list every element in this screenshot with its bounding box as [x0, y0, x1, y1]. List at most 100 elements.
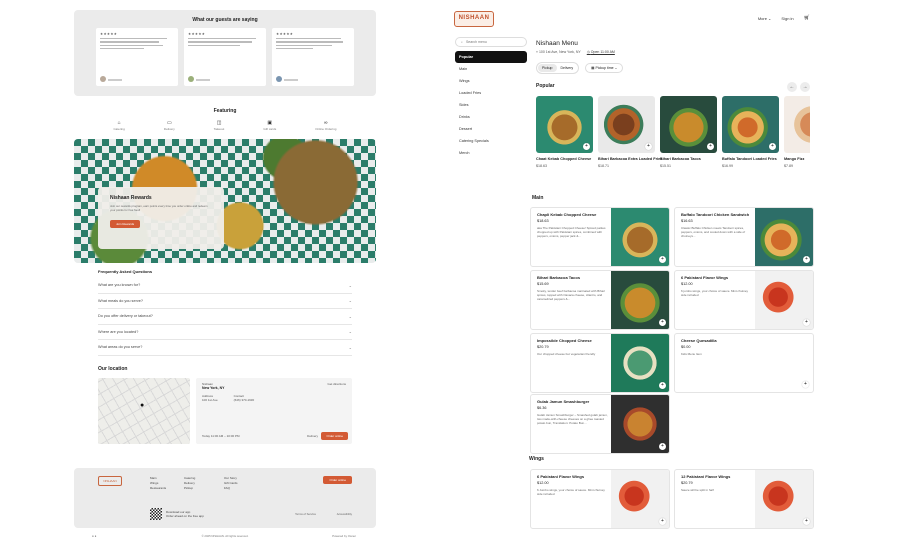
social-icons[interactable]: ● ●: [92, 534, 96, 538]
menu-item-card[interactable]: Chapli Kebab Chopped Cheese $18.63 aka The…: [530, 207, 670, 267]
popular-title: Popular: [536, 83, 555, 89]
cloche-icon: ⌂: [117, 120, 121, 126]
faq-item[interactable]: What areas do you serve? ⌄: [98, 340, 352, 356]
cart-icon[interactable]: 🛒︎: [804, 15, 810, 21]
footer-col: Our Story Gift Cards FAQ: [224, 475, 238, 490]
menu-item-card[interactable]: 12 Pakistani Flavor Wings $20.79 Sauce wil…: [674, 469, 814, 529]
store-address[interactable]: 100 1st Ave, New York, NY: [539, 50, 581, 54]
feature-delivery[interactable]: ▭ Delivery: [164, 120, 175, 131]
powered-by[interactable]: Powered by Owner: [332, 534, 356, 538]
add-icon[interactable]: +: [659, 382, 666, 389]
join-rewards-button[interactable]: Join Rewards: [110, 220, 141, 229]
menu-item-card[interactable]: Gulab Jamun Smashburger $6.36 Gulab Jamun …: [530, 394, 670, 454]
map[interactable]: ●: [98, 377, 190, 444]
location-section: Our location ● Nishaan New York, NY Addr…: [74, 366, 376, 444]
feature-online-ordering[interactable]: ∞ Online Ordering: [315, 120, 336, 131]
chevron-down-icon: ⌄: [348, 329, 352, 335]
testimonial-card: ★★★★★: [272, 28, 354, 86]
rating-stars: ★★★★★: [100, 32, 118, 36]
avatar: [188, 76, 194, 82]
popular-item[interactable]: Mango Fizz $7.89: [784, 96, 810, 168]
chevron-down-icon: ⌄: [348, 344, 352, 350]
more-menu[interactable]: More ⌄: [758, 16, 772, 21]
faq-item[interactable]: What meals do you serve? ⌄: [98, 294, 352, 309]
arrow-right-icon[interactable]: →: [800, 82, 810, 92]
sidebar-item-wings[interactable]: Wings: [455, 75, 527, 87]
add-icon[interactable]: +: [803, 256, 810, 263]
rating-stars: ★★★★★: [276, 32, 294, 36]
testimonials-title: What our guests are saying: [192, 17, 258, 23]
search-input[interactable]: ⌕ Search menu: [455, 37, 527, 47]
footer-order-button[interactable]: Order online: [323, 475, 352, 484]
add-icon[interactable]: +: [769, 143, 776, 150]
menu-item-card[interactable]: Impossible Chopped Cheese $20.79 Our chopp…: [530, 333, 670, 393]
delivery-option[interactable]: Delivery: [557, 64, 578, 72]
faq-item[interactable]: What are you known for? ⌄: [98, 278, 352, 294]
hours: Today 11:00 AM – 10:00 PM: [202, 433, 240, 438]
add-icon[interactable]: +: [583, 143, 590, 150]
sidebar-item-sides[interactable]: Sides: [455, 99, 527, 111]
item-image: [784, 96, 810, 153]
faq-item[interactable]: Where are you located? ⌄: [98, 325, 352, 340]
menu-item-card[interactable]: 6 Pakistani Flavor Wings $12.00 6 jumbo wi…: [674, 270, 814, 330]
faq-item[interactable]: Do you offer delivery or takeout? ⌄: [98, 309, 352, 325]
add-icon[interactable]: +: [803, 518, 810, 525]
feature-gift-cards[interactable]: ▣ Gift cards: [263, 120, 276, 131]
add-icon[interactable]: +: [707, 143, 714, 150]
location-pin-icon: ⌖: [536, 50, 538, 54]
add-icon[interactable]: +: [802, 381, 809, 388]
terms-link[interactable]: Terms of Service: [295, 512, 316, 516]
featuring-row: ⌂ Catering ▭ Delivery ◫ Takeout ▣ Gift cards…: [74, 120, 376, 131]
calendar-icon: ▦: [591, 66, 595, 70]
page: What our guests are saying ★★★★★ ★★★★★ ★…: [0, 0, 900, 540]
order-online-button[interactable]: Order online: [321, 431, 348, 440]
popular-item[interactable]: + Chaat Kebab Chopped Cheese $18.63: [536, 96, 593, 168]
brand-logo[interactable]: NISHAAN: [454, 11, 494, 27]
avatar: [100, 76, 106, 82]
popular-item[interactable]: + Buffalo Tandoori Loaded Fries $16.99: [722, 96, 779, 168]
add-icon[interactable]: +: [659, 518, 666, 525]
menu-item-card[interactable]: Bihari Barbacoa Tacos $15.69 Smoky, tender…: [530, 270, 670, 330]
sidebar-item-loaded-fries[interactable]: Loaded Fries: [455, 87, 527, 99]
wings-title: Wings: [529, 456, 544, 462]
rewards-title: Nishaan Rewards: [110, 195, 152, 201]
rating-stars: ★★★★★: [188, 32, 206, 36]
popular-item[interactable]: + Bihari Barbacoa Tacos $15.51: [660, 96, 717, 168]
delivery-link[interactable]: Delivery: [307, 434, 318, 438]
fulfillment-controls: Pickup Delivery ▦ Pickup time ⌄: [536, 62, 624, 74]
sign-in-link[interactable]: Sign in: [781, 16, 793, 21]
search-icon: ⌕: [461, 40, 463, 44]
open-hours-link[interactable]: ◷ Open 11:00 AM: [587, 50, 615, 54]
add-icon[interactable]: +: [645, 143, 652, 150]
featuring-title: Featuring: [213, 108, 237, 114]
pickup-option[interactable]: Pickup: [538, 64, 557, 72]
accessibility-link[interactable]: Accessibility: [337, 512, 352, 516]
menu-item-card[interactable]: 6 Pakistani Flavor Wings $12.00 6 Jumbo wi…: [530, 469, 670, 529]
feature-takeout[interactable]: ◫ Takeout: [214, 120, 225, 131]
menu-item-card[interactable]: Buffalo Tandoori Chicken Sandwich $16.63 C…: [674, 207, 814, 267]
sidebar-item-popular[interactable]: Popular: [455, 51, 527, 63]
get-directions-link[interactable]: Get directions: [327, 382, 346, 386]
testimonial-card: ★★★★★: [184, 28, 266, 86]
sidebar-item-drinks[interactable]: Drinks: [455, 111, 527, 123]
rewards-card: Nishaan Rewards Join our rewards program…: [98, 187, 224, 249]
sidebar-item-main[interactable]: Main: [455, 63, 527, 75]
add-icon[interactable]: +: [803, 319, 810, 326]
testimonials-section: What our guests are saying ★★★★★ ★★★★★ ★…: [74, 10, 376, 96]
add-icon[interactable]: +: [659, 443, 666, 450]
popular-item[interactable]: + Bihari Barbacoa Extra Loaded Fries $18…: [598, 96, 662, 168]
bag-icon: ◫: [216, 120, 222, 126]
sidebar-item-dessert[interactable]: Dessert: [455, 123, 527, 135]
sidebar-item-merch[interactable]: Merch: [455, 147, 527, 159]
item-image: +: [536, 96, 593, 153]
footer-logo[interactable]: NISHAAN: [98, 475, 122, 486]
menu-item-card[interactable]: Cheese Quesadilla $0.00 Kids Menu Item +: [674, 333, 814, 393]
add-icon[interactable]: +: [659, 319, 666, 326]
arrow-left-icon[interactable]: ←: [787, 82, 797, 92]
rewards-desc: Join our rewards program, earn points ev…: [110, 204, 208, 212]
sidebar-item-catering-specials[interactable]: Catering Specials: [455, 135, 527, 147]
add-icon[interactable]: +: [659, 256, 666, 263]
feature-catering[interactable]: ⌂ Catering: [114, 120, 125, 131]
faq-section: Frequently Asked Questions What are you …: [74, 269, 376, 356]
pickup-time-select[interactable]: ▦ Pickup time ⌄: [585, 63, 624, 73]
